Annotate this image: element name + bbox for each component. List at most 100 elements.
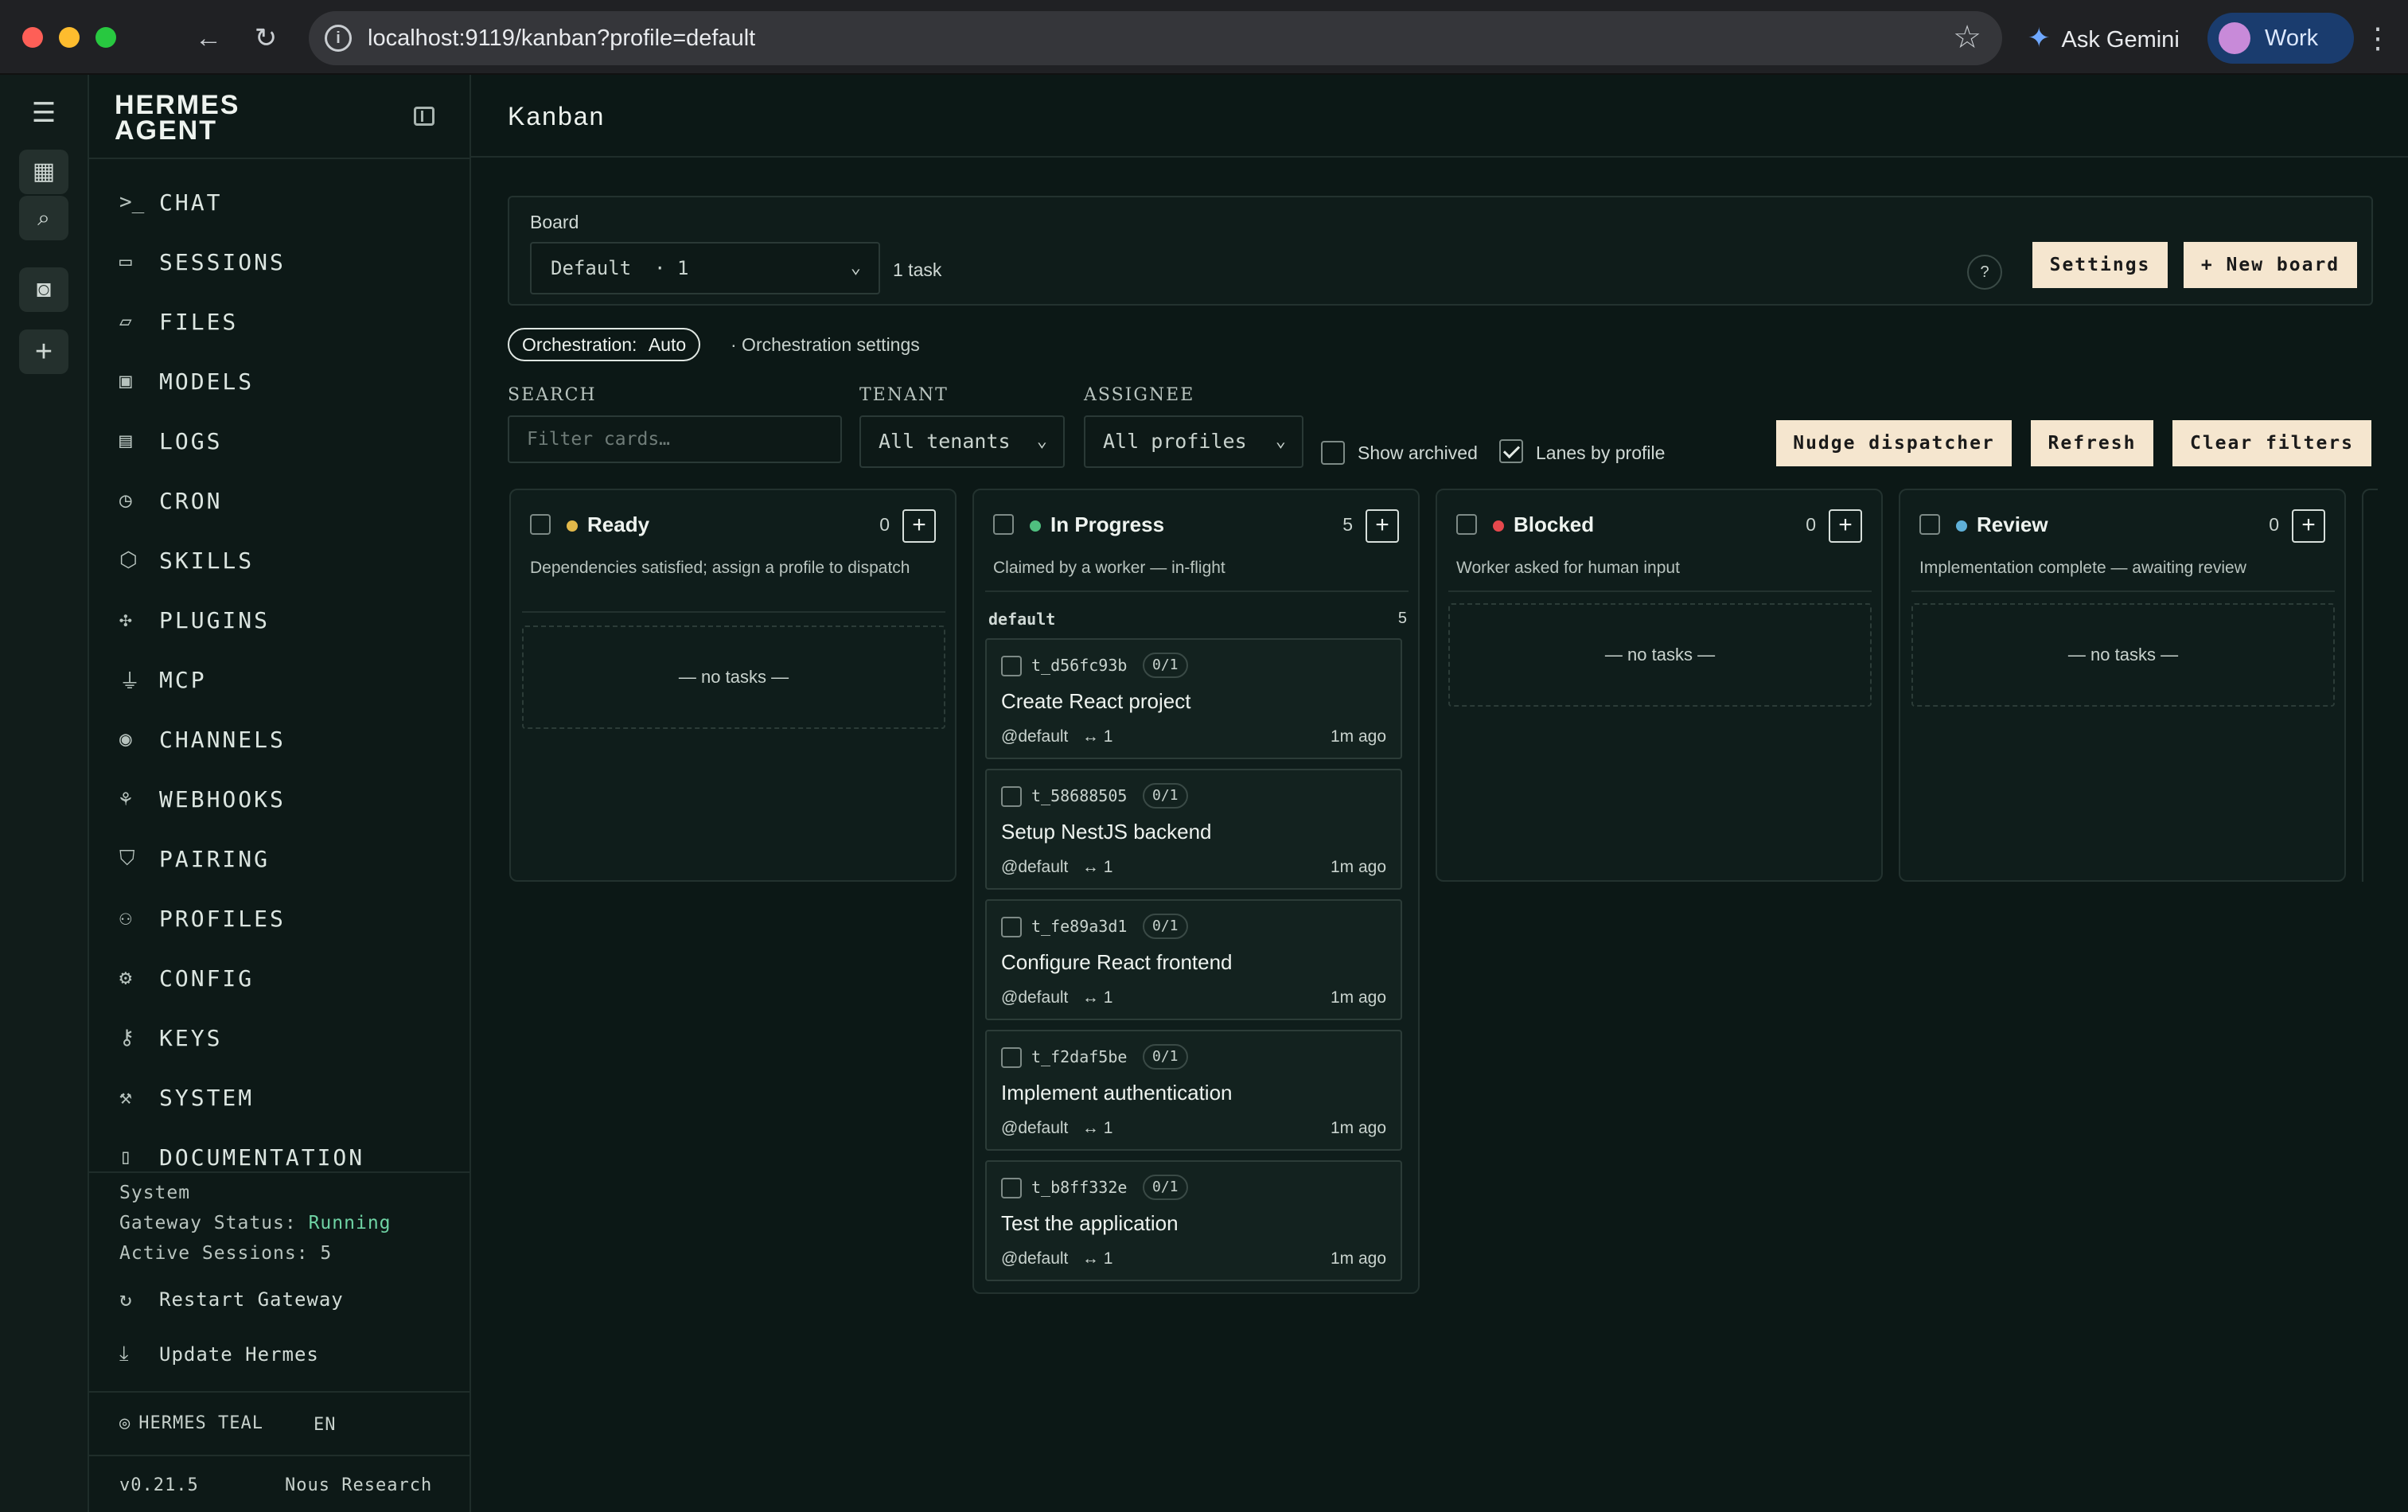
card-links: ↔ 1 xyxy=(1081,1119,1113,1137)
column-count: 0 xyxy=(879,514,890,535)
divider xyxy=(1448,590,1872,592)
add-card-button[interactable]: + xyxy=(1829,509,1862,543)
sidebar-item-keys[interactable]: ⚷ KEYS xyxy=(119,1018,454,1058)
bookmark-star-icon[interactable]: ☆ xyxy=(1953,19,1981,56)
assignee-select[interactable]: All profiles ⌄ xyxy=(1084,415,1303,468)
page-header: Kanban xyxy=(471,75,2408,158)
task-card[interactable]: t_b8ff332e 0/1 Test the application @def… xyxy=(985,1160,1402,1281)
card-checkbox[interactable] xyxy=(1001,917,1022,937)
collapse-sidebar-icon[interactable] xyxy=(414,107,434,126)
maximize-window-button[interactable] xyxy=(95,27,116,48)
puzzle-icon: ✣ xyxy=(119,608,132,632)
nudge-dispatcher-button[interactable]: Nudge dispatcher xyxy=(1776,420,2012,466)
task-card[interactable]: t_fe89a3d1 0/1 Configure React frontend … xyxy=(985,899,1402,1020)
brand-line-2: AGENT xyxy=(115,115,217,146)
update-hermes-button[interactable]: ⤓ Update Hermes xyxy=(119,1342,319,1366)
task-card[interactable]: t_58688505 0/1 Setup NestJS backend @def… xyxy=(985,769,1402,890)
wrench-icon: ⚒ xyxy=(119,1085,132,1109)
profile-button[interactable]: Work xyxy=(2207,13,2354,64)
task-card[interactable]: t_d56fc93b 0/1 Create React project @def… xyxy=(985,638,1402,759)
card-meta: @default ↔ 1 xyxy=(1001,1249,1112,1268)
theme-switcher[interactable]: ◎ HERMES TEAL xyxy=(119,1413,263,1433)
profile-name: Work xyxy=(2265,25,2319,51)
column-select-checkbox[interactable] xyxy=(1456,514,1477,535)
sidebar-item-label: CHAT xyxy=(159,189,223,216)
card-checkbox[interactable] xyxy=(1001,786,1022,807)
ask-gemini-button[interactable]: ✦ Ask Gemini xyxy=(2028,19,2180,57)
orchestration-value: Auto xyxy=(648,334,687,355)
orchestration-pill[interactable]: Orchestration: Auto xyxy=(508,328,701,361)
task-card[interactable]: t_f2daf5be 0/1 Implement authentication … xyxy=(985,1030,1402,1151)
empty-state: — no tasks — xyxy=(1448,603,1872,707)
column-select-checkbox[interactable] xyxy=(1919,514,1940,535)
webhook-icon: ⚘ xyxy=(119,787,132,811)
sidebar-item-chat[interactable]: >_ CHAT xyxy=(119,182,454,222)
sidebar-item-label: PLUGINS xyxy=(159,606,271,633)
progress-badge: 0/1 xyxy=(1143,783,1188,809)
refresh-button[interactable]: Refresh xyxy=(2031,420,2153,466)
add-card-button[interactable]: + xyxy=(2292,509,2325,543)
sidebar-item-logs[interactable]: ▤ LOGS xyxy=(119,421,454,461)
orchestration-settings-link[interactable]: · Orchestration settings xyxy=(731,334,920,356)
new-board-button[interactable]: + New board xyxy=(2184,242,2357,288)
sidebar-item-profiles[interactable]: ⚇ PROFILES xyxy=(119,898,454,938)
card-checkbox[interactable] xyxy=(1001,1178,1022,1198)
clear-filters-button[interactable]: Clear filters xyxy=(2172,420,2371,466)
sidebar-item-files[interactable]: ▱ FILES xyxy=(119,302,454,341)
language-switcher[interactable]: EN xyxy=(314,1415,337,1435)
brand-line-1: HERMES xyxy=(115,90,240,120)
add-icon[interactable]: + xyxy=(19,329,68,374)
progress-badge: 0/1 xyxy=(1143,1044,1188,1070)
show-archived-checkbox[interactable] xyxy=(1321,441,1345,465)
icon-rail: ☰ ▦ ⌕ ◙ + xyxy=(0,75,89,1512)
card-title: Configure React frontend xyxy=(1001,950,1233,974)
restart-gateway-button[interactable]: ↻ Restart Gateway xyxy=(119,1288,344,1311)
sidebar-item-system[interactable]: ⚒ SYSTEM xyxy=(119,1077,454,1117)
sidebar-item-label: MODELS xyxy=(159,368,255,395)
column-select-checkbox[interactable] xyxy=(530,514,551,535)
sidebar-item-channels[interactable]: ◉ CHANNELS xyxy=(119,719,454,759)
reload-icon[interactable]: ↻ xyxy=(248,21,283,56)
card-assignee: @default xyxy=(1001,1249,1069,1268)
add-card-button[interactable]: + xyxy=(902,509,936,543)
add-card-button[interactable]: + xyxy=(1366,509,1399,543)
browser-menu-icon[interactable]: ⋮ xyxy=(2362,16,2394,60)
menu-toggle-icon[interactable]: ☰ xyxy=(19,91,68,135)
lane-count: 5 xyxy=(1397,610,1407,627)
empty-state: — no tasks — xyxy=(1911,603,2335,707)
download-icon: ⤓ xyxy=(119,1342,130,1366)
sidebar-item-label: PAIRING xyxy=(159,845,271,872)
card-checkbox[interactable] xyxy=(1001,656,1022,676)
sidebar-item-skills[interactable]: ⬡ SKILLS xyxy=(119,540,454,580)
status-dot xyxy=(1493,520,1504,532)
address-bar[interactable]: i localhost:9119/kanban?profile=default … xyxy=(309,11,2002,65)
tenant-select[interactable]: All tenants ⌄ xyxy=(859,415,1065,468)
close-window-button[interactable] xyxy=(22,27,43,48)
lanes-by-profile-checkbox[interactable] xyxy=(1499,439,1523,463)
agent-app-icon[interactable]: ◙ xyxy=(19,267,68,312)
help-button[interactable]: ? xyxy=(1967,255,2002,290)
board-select[interactable]: Default · 1 ⌄ xyxy=(530,242,880,294)
main-content: Kanban Board Default · 1 ⌄ 1 task ? Sett… xyxy=(471,75,2408,1512)
settings-button[interactable]: Settings xyxy=(2032,242,2168,288)
card-checkbox[interactable] xyxy=(1001,1047,1022,1068)
column-ready: Ready 0 + Dependencies satisfied; assign… xyxy=(509,489,957,882)
sidebar-item-sessions[interactable]: ▭ SESSIONS xyxy=(119,242,454,282)
sidebar-item-label: SKILLS xyxy=(159,547,255,574)
sidebar-item-models[interactable]: ▣ MODELS xyxy=(119,361,454,401)
sidebar-item-pairing[interactable]: ⛉ PAIRING xyxy=(119,839,454,879)
column-select-checkbox[interactable] xyxy=(993,514,1014,535)
sidebar-item-config[interactable]: ⚙ CONFIG xyxy=(119,958,454,998)
minimize-window-button[interactable] xyxy=(59,27,80,48)
sidebar-item-webhooks[interactable]: ⚘ WEBHOOKS xyxy=(119,779,454,819)
sidebar-item-plugins[interactable]: ✣ PLUGINS xyxy=(119,600,454,640)
back-icon[interactable]: ← xyxy=(191,21,226,56)
search-input[interactable]: Filter cards… xyxy=(508,415,842,463)
sidebar-item-cron[interactable]: ◷ CRON xyxy=(119,481,454,520)
search-list-icon[interactable]: ⌕ xyxy=(19,196,68,240)
grid-icon[interactable]: ▦ xyxy=(19,150,68,194)
card-time: 1m ago xyxy=(1330,1249,1386,1268)
sidebar-item-mcp[interactable]: ⏚ MCP xyxy=(119,660,454,699)
site-info-icon[interactable]: i xyxy=(325,25,352,52)
card-assignee: @default xyxy=(1001,858,1069,876)
